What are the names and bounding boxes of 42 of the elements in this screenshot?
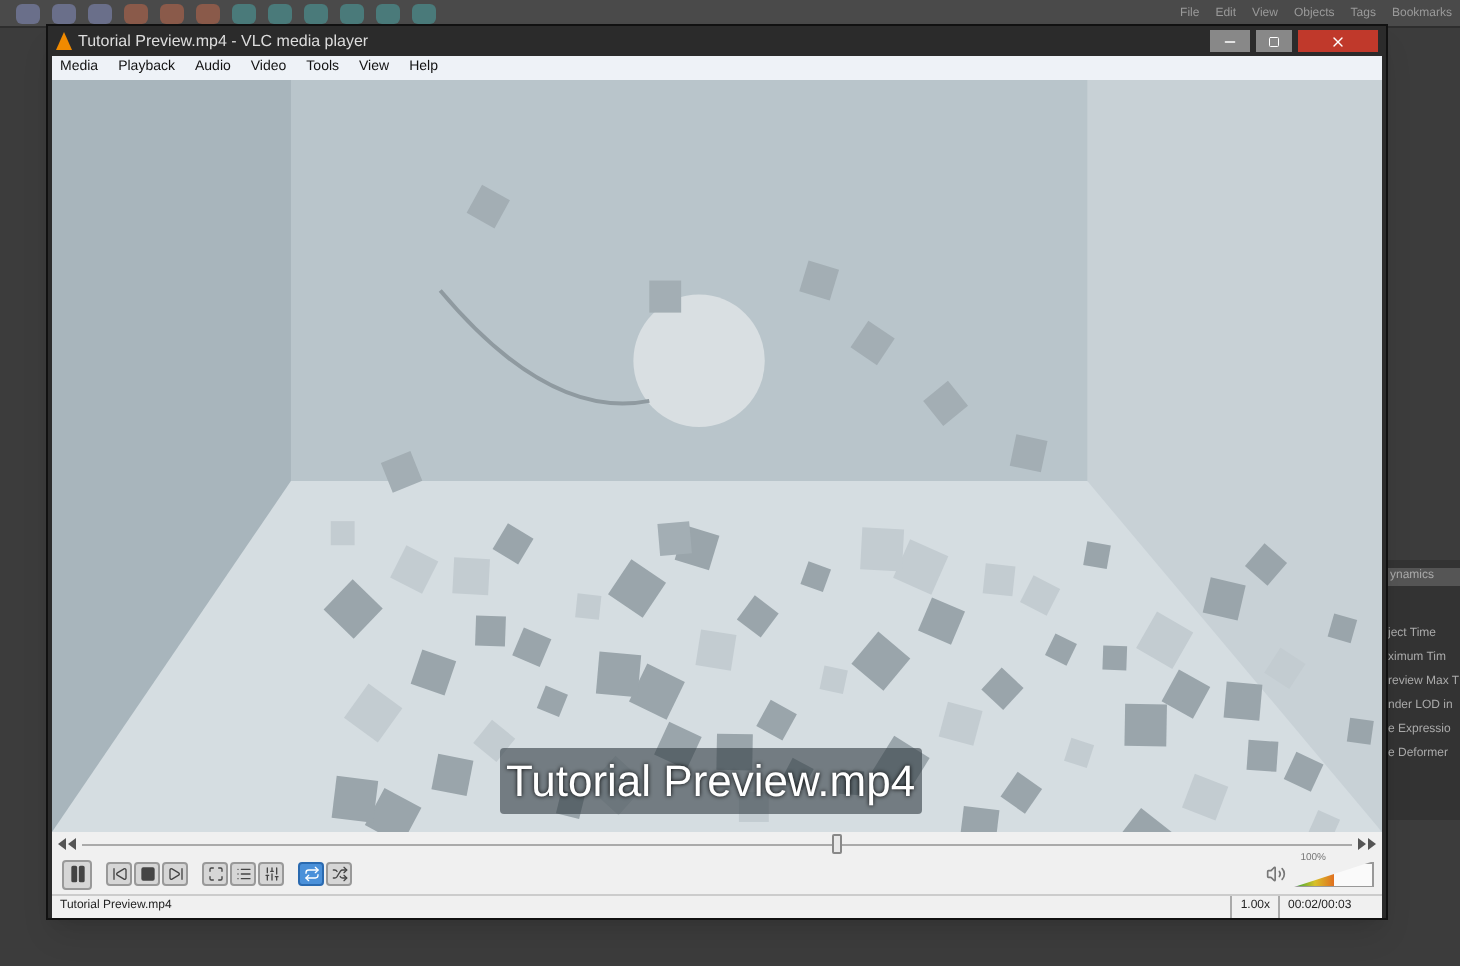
pause-button[interactable] <box>62 859 92 889</box>
fullscreen-icon <box>207 866 223 882</box>
minimize-button[interactable] <box>1210 30 1250 52</box>
pause-icon <box>67 864 87 884</box>
tool-icon[interactable] <box>52 3 76 23</box>
close-button[interactable] <box>1298 30 1378 52</box>
rewind-icon[interactable] <box>58 837 76 849</box>
previous-button[interactable] <box>106 862 132 886</box>
tool-icon[interactable] <box>232 3 256 23</box>
shuffle-button[interactable] <box>326 862 352 886</box>
next-button[interactable] <box>162 862 188 886</box>
maximize-icon <box>1268 35 1280 47</box>
tool-icon[interactable] <box>340 3 364 23</box>
tool-icon[interactable] <box>124 3 148 23</box>
seek-track[interactable] <box>82 833 1352 853</box>
settings-button[interactable] <box>258 862 284 886</box>
window-title: Tutorial Preview.mp4 - VLC media player <box>78 29 369 53</box>
fullscreen-button[interactable] <box>202 862 228 886</box>
tool-icon[interactable] <box>304 3 328 23</box>
tool-icon[interactable] <box>88 3 112 23</box>
previous-icon <box>111 866 127 882</box>
video-title-overlay: Tutorial Preview.mp4 <box>500 748 922 814</box>
playlist-icon <box>235 866 251 882</box>
tool-icon[interactable] <box>160 3 184 23</box>
tool-icon[interactable] <box>16 3 40 23</box>
speaker-icon[interactable] <box>1266 864 1286 884</box>
loop-icon <box>303 866 319 882</box>
stop-icon <box>139 866 155 882</box>
tool-icon[interactable] <box>412 3 436 23</box>
tool-icon[interactable] <box>268 3 292 23</box>
next-icon <box>167 866 183 882</box>
playlist-button[interactable] <box>230 862 256 886</box>
stop-button[interactable] <box>134 862 160 886</box>
tool-icon[interactable] <box>196 3 220 23</box>
loop-button[interactable] <box>298 862 324 886</box>
seek-handle[interactable] <box>831 833 842 853</box>
fast-forward-icon[interactable] <box>1358 837 1376 849</box>
settings-icon <box>263 866 279 882</box>
shuffle-icon <box>331 866 347 882</box>
close-icon <box>1330 33 1346 49</box>
tool-icon[interactable] <box>376 3 400 23</box>
maximize-button[interactable] <box>1256 30 1292 52</box>
